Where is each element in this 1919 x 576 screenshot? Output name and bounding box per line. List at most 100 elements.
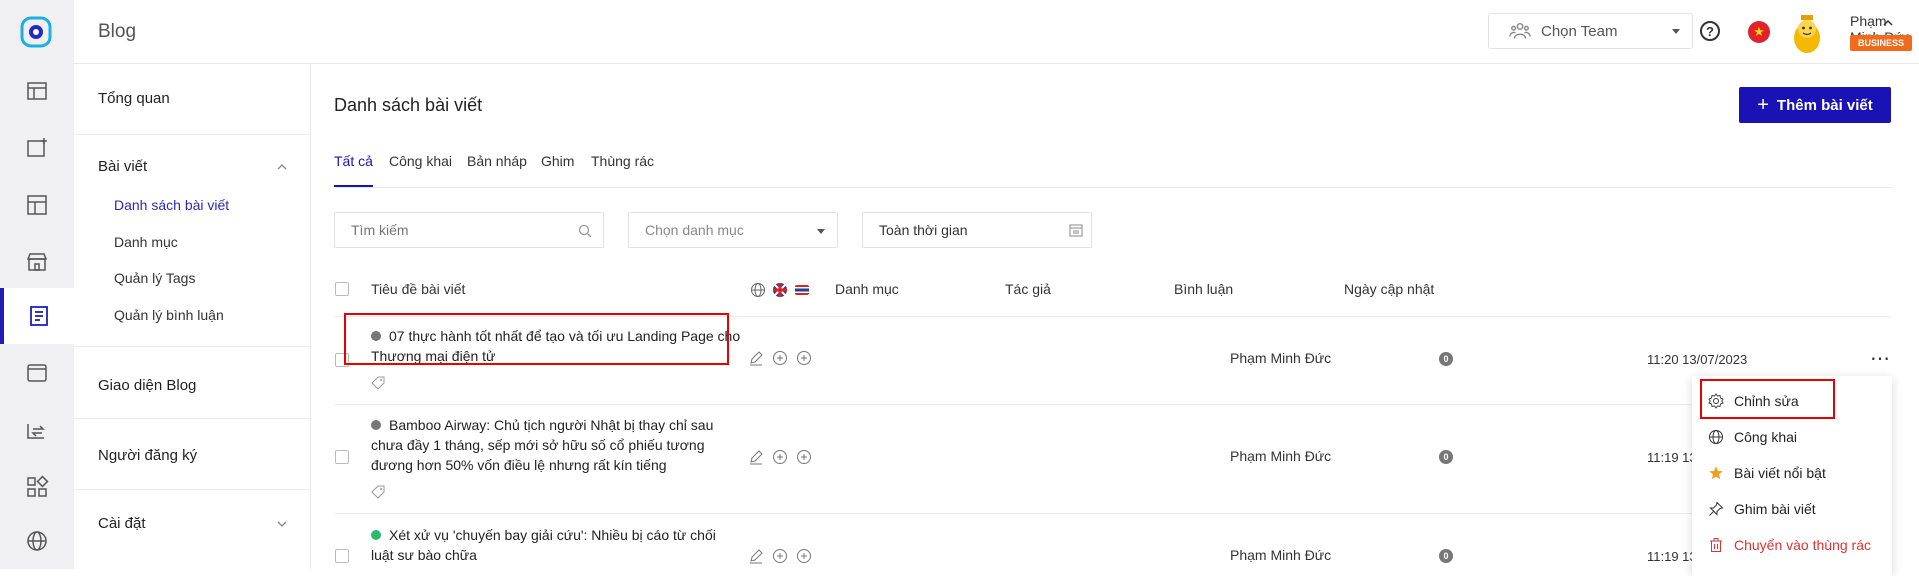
comment-count: 0 <box>1439 450 1453 464</box>
tab-bar: Tất cả Công khai Bản nháp Ghim Thùng rác <box>334 151 1891 188</box>
menu-item-trash[interactable]: Chuyển vào thùng rác <box>1708 533 1871 557</box>
nav-categories[interactable]: Danh mục <box>114 234 178 250</box>
layout-icon[interactable] <box>0 177 74 233</box>
vietnam-flag-icon[interactable]: ★ <box>1748 21 1770 43</box>
plan-badge: BUSINESS <box>1850 35 1913 51</box>
add-page-icon[interactable] <box>0 120 74 176</box>
time-filter-label: Toàn thời gian <box>879 222 968 238</box>
uk-flag-icon <box>773 283 787 297</box>
divider <box>74 346 310 347</box>
store-icon[interactable] <box>0 234 74 290</box>
search-icon[interactable] <box>578 224 592 238</box>
edit-icon[interactable] <box>748 350 764 366</box>
top-bar: Blog Chọn Team ? ★ Phạm Minh Đức BUSINES… <box>74 0 1919 64</box>
col-author: Tác giả <box>1005 281 1051 297</box>
plus-icon: + <box>1757 93 1769 116</box>
tab-pinned[interactable]: Ghim <box>541 151 574 187</box>
chevron-down-icon[interactable] <box>276 518 288 530</box>
post-title-text: Bamboo Airway: Chủ tịch người Nhật bị th… <box>371 417 714 473</box>
tab-trash[interactable]: Thùng rác <box>591 151 654 187</box>
transfer-icon[interactable] <box>0 402 74 458</box>
tab-all[interactable]: Tất cả <box>334 151 373 187</box>
apps-icon[interactable] <box>0 459 74 515</box>
post-title[interactable]: Xét xử vụ 'chuyến bay giải cứu': Nhiều b… <box>371 525 741 565</box>
time-filter[interactable]: Toàn thời gian <box>862 212 1092 248</box>
sub-nav: Tổng quan Bài viết Danh sách bài viết Da… <box>74 64 311 569</box>
chevron-up-icon[interactable] <box>1882 17 1894 29</box>
more-options-icon[interactable]: ⋯ <box>1870 346 1891 371</box>
row-checkbox[interactable] <box>335 549 349 563</box>
nav-subscribers[interactable]: Người đăng ký <box>98 447 197 464</box>
language-actions <box>748 449 812 465</box>
nav-blog-theme[interactable]: Giao diện Blog <box>98 377 196 394</box>
table-icon[interactable] <box>0 63 74 119</box>
language-actions <box>748 548 812 564</box>
team-icon <box>1509 22 1531 39</box>
col-title: Tiêu đề bài viết <box>371 281 466 297</box>
pin-icon <box>1709 501 1724 516</box>
add-post-button[interactable]: + Thêm bài viết <box>1739 87 1891 123</box>
updated-date: 11:20 13/07/2023 <box>1647 352 1748 367</box>
caret-down-icon <box>1672 29 1680 34</box>
post-title-text: Xét xử vụ 'chuyến bay giải cứu': Nhiều b… <box>371 527 716 563</box>
menu-item-label: Ghim bài viết <box>1734 501 1816 517</box>
comment-count: 0 <box>1439 549 1453 563</box>
author-name: Phạm Minh Đức <box>1230 448 1332 464</box>
divider <box>74 134 310 135</box>
add-circle-icon[interactable] <box>796 449 812 465</box>
divider <box>334 513 1891 514</box>
menu-item-featured[interactable]: Bài viết nổi bật <box>1708 461 1826 485</box>
help-icon[interactable]: ? <box>1700 21 1720 41</box>
calendar-icon <box>1069 224 1083 237</box>
menu-item-publish[interactable]: Công khai <box>1708 425 1797 449</box>
add-circle-icon[interactable] <box>796 350 812 366</box>
globe-icon <box>1709 430 1723 444</box>
add-circle-icon[interactable] <box>772 449 788 465</box>
globe-icon[interactable] <box>0 513 74 569</box>
divider <box>74 489 310 490</box>
tab-draft[interactable]: Bản nháp <box>467 151 527 187</box>
add-circle-icon[interactable] <box>796 548 812 564</box>
nav-post-list[interactable]: Danh sách bài viết <box>114 197 229 213</box>
col-comments: Bình luận <box>1174 281 1234 297</box>
team-select-label: Chọn Team <box>1541 22 1618 40</box>
divider <box>74 418 310 419</box>
nav-settings[interactable]: Cài đặt <box>98 515 146 532</box>
post-title[interactable]: Bamboo Airway: Chủ tịch người Nhật bị th… <box>371 415 741 475</box>
add-circle-icon[interactable] <box>772 548 788 564</box>
logo-icon[interactable] <box>18 14 54 50</box>
row-checkbox[interactable] <box>335 450 349 464</box>
category-select[interactable]: Chọn danh mục <box>628 212 838 248</box>
browser-icon[interactable] <box>0 345 74 401</box>
blog-icon[interactable] <box>0 288 74 344</box>
thai-flag-icon <box>795 285 809 295</box>
status-dot <box>371 420 381 430</box>
edit-icon[interactable] <box>748 449 764 465</box>
tab-public[interactable]: Công khai <box>389 151 452 187</box>
tag-icon[interactable] <box>371 376 385 390</box>
app-title: Blog <box>98 21 137 42</box>
menu-item-pin[interactable]: Ghim bài viết <box>1708 497 1816 521</box>
author-name: Phạm Minh Đức <box>1230 350 1332 366</box>
language-actions <box>748 350 812 366</box>
tag-icon[interactable] <box>371 485 385 499</box>
menu-item-label: Bài viết nổi bật <box>1734 465 1826 481</box>
select-all-checkbox[interactable] <box>335 282 349 296</box>
team-select[interactable]: Chọn Team <box>1488 13 1693 49</box>
edit-icon[interactable] <box>748 548 764 564</box>
add-circle-icon[interactable] <box>772 350 788 366</box>
search-input[interactable] <box>334 212 604 248</box>
nav-comments[interactable]: Quản lý bình luận <box>114 307 224 323</box>
col-updated: Ngày cập nhật <box>1344 281 1435 297</box>
category-select-label: Chọn danh mục <box>645 222 744 238</box>
avatar[interactable] <box>1791 12 1823 54</box>
language-columns <box>750 282 810 298</box>
status-dot <box>371 530 381 540</box>
nav-overview[interactable]: Tổng quan <box>98 90 170 107</box>
nav-posts[interactable]: Bài viết <box>98 158 147 175</box>
caret-down-icon <box>817 229 825 234</box>
chevron-up-icon[interactable] <box>276 161 288 173</box>
comment-count: 0 <box>1439 352 1453 366</box>
nav-tags[interactable]: Quản lý Tags <box>114 270 195 286</box>
trash-icon <box>1710 538 1722 552</box>
